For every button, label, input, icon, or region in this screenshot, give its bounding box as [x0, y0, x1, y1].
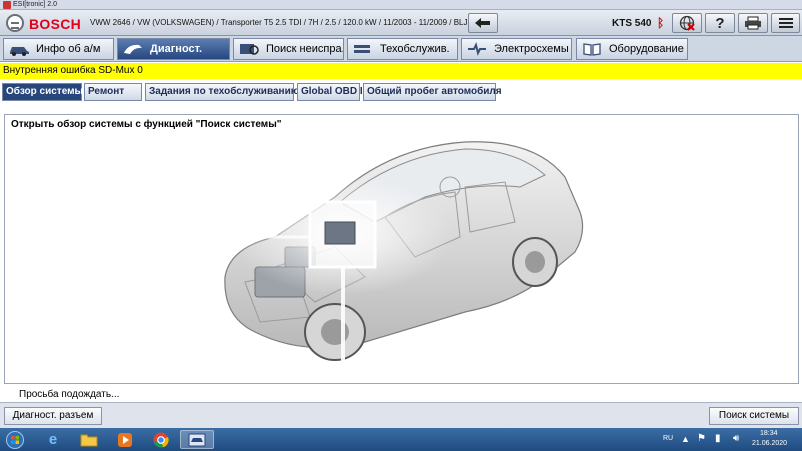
main-navigation: Инфо об а/м Диагност. Поиск неиспра... Т…: [0, 36, 802, 62]
status-message: Просьба подождать...: [19, 389, 120, 400]
car-info-icon: [8, 42, 30, 56]
car-xray-illustration: [215, 141, 584, 377]
taskbar-media-player[interactable]: [108, 430, 142, 449]
tab-label: Электросхемы: [494, 43, 569, 55]
tab-diagnostics[interactable]: Диагност.: [117, 38, 230, 60]
tab-troubleshooting[interactable]: Поиск неиспра...: [233, 38, 344, 60]
vehicle-identification: VWW 2646 / VW (VOLKSWAGEN) / Transporter…: [90, 18, 468, 27]
globe-icon: [679, 15, 695, 31]
help-button[interactable]: ?: [705, 13, 735, 33]
equipment-book-icon: [581, 42, 603, 56]
volume-icon[interactable]: 🔊︎: [733, 433, 739, 444]
wheel-rear: [512, 237, 558, 287]
diagnostic-connector-button[interactable]: Диагност. разъем: [4, 407, 102, 425]
diagnostics-icon: [122, 42, 144, 56]
taskbar-explorer[interactable]: [72, 430, 106, 449]
clock-date[interactable]: 21.06.2020: [752, 440, 787, 447]
tab-maintenance[interactable]: Техобслужив.: [347, 38, 458, 60]
button-label: Диагност. разъем: [12, 410, 94, 421]
subtab-system-overview[interactable]: Обзор системы: [2, 83, 83, 101]
windows-logo-icon: [6, 430, 24, 449]
error-message-bar: Внутренняя ошибка SD-Mux 0: [0, 63, 802, 79]
network-settings-button[interactable]: [672, 13, 702, 33]
bosch-logo-icon: [6, 14, 24, 32]
media-player-icon: [118, 432, 132, 447]
tab-label: Оборудование: [609, 43, 684, 55]
tab-label: Диагност.: [150, 43, 203, 55]
tab-wiring-diagrams[interactable]: Электросхемы: [461, 38, 572, 60]
tab-label: Техобслужив.: [380, 43, 450, 55]
network-icon[interactable]: ▮: [715, 433, 721, 444]
window-title-bar: ESI[tronic] 2.0: [0, 0, 802, 10]
window-title: ESI[tronic] 2.0: [13, 1, 57, 8]
device-label: KTS 540: [612, 18, 652, 29]
taskbar-ie[interactable]: e: [36, 430, 70, 449]
windows-taskbar: e RU ▲ ⚑ ▮ 🔊︎ 18:34 21.06.2020: [0, 428, 802, 451]
chrome-icon: [153, 432, 169, 448]
system-search-button[interactable]: Поиск системы: [709, 407, 799, 425]
folder-icon: [80, 434, 98, 446]
flag-icon[interactable]: ⚑: [697, 433, 706, 444]
subtab-total-mileage[interactable]: Общий пробег автомобиля: [363, 83, 502, 101]
subtab-repair[interactable]: Ремонт: [84, 83, 142, 101]
system-overview-panel: Открыть обзор системы с функцией "Поиск …: [4, 114, 799, 384]
tab-label: Поиск неиспра...: [266, 43, 344, 55]
bluetooth-icon: ᛒ: [657, 16, 665, 30]
tray-expand-icon[interactable]: ▲: [681, 434, 690, 444]
back-button[interactable]: [468, 13, 498, 33]
tab-vehicle-info[interactable]: Инфо об а/м: [3, 38, 114, 60]
troubleshooting-icon: [238, 42, 260, 56]
button-label: Поиск системы: [718, 410, 790, 421]
printer-icon: [745, 16, 761, 30]
print-button[interactable]: [738, 13, 768, 33]
wiring-icon: [466, 42, 488, 56]
bottom-action-bar: Диагност. разъем Поиск системы: [0, 402, 802, 428]
input-language[interactable]: RU: [663, 435, 673, 442]
taskbar-esitronic[interactable]: [180, 430, 214, 449]
error-message: Внутренняя ошибка SD-Mux 0: [3, 65, 143, 76]
brand-name: BOSCH: [29, 16, 82, 32]
internet-explorer-icon: e: [48, 431, 58, 448]
sub-navigation: Обзор системы Ремонт Задания по техобслу…: [0, 81, 802, 103]
esitronic-app-icon: [188, 433, 206, 446]
back-arrow-icon: [475, 18, 490, 28]
start-button[interactable]: [2, 430, 28, 449]
wheel-front: [304, 303, 366, 361]
question-mark-icon: ?: [715, 14, 725, 32]
menu-button[interactable]: [771, 13, 800, 33]
menu-lines-icon: [778, 18, 793, 28]
tab-label: Инфо об а/м: [36, 43, 101, 55]
taskbar-chrome[interactable]: [144, 430, 178, 449]
maintenance-icon: [352, 42, 374, 56]
app-icon: [3, 1, 11, 9]
subtab-global-obd[interactable]: Global OBD II: [297, 83, 365, 101]
app-header: BOSCH VWW 2646 / VW (VOLKSWAGEN) / Trans…: [0, 10, 802, 36]
tab-equipment[interactable]: Оборудование: [576, 38, 688, 60]
subtab-maintenance-tasks[interactable]: Задания по техобслуживанию: [145, 83, 299, 101]
clock-time[interactable]: 18:34: [760, 430, 778, 437]
